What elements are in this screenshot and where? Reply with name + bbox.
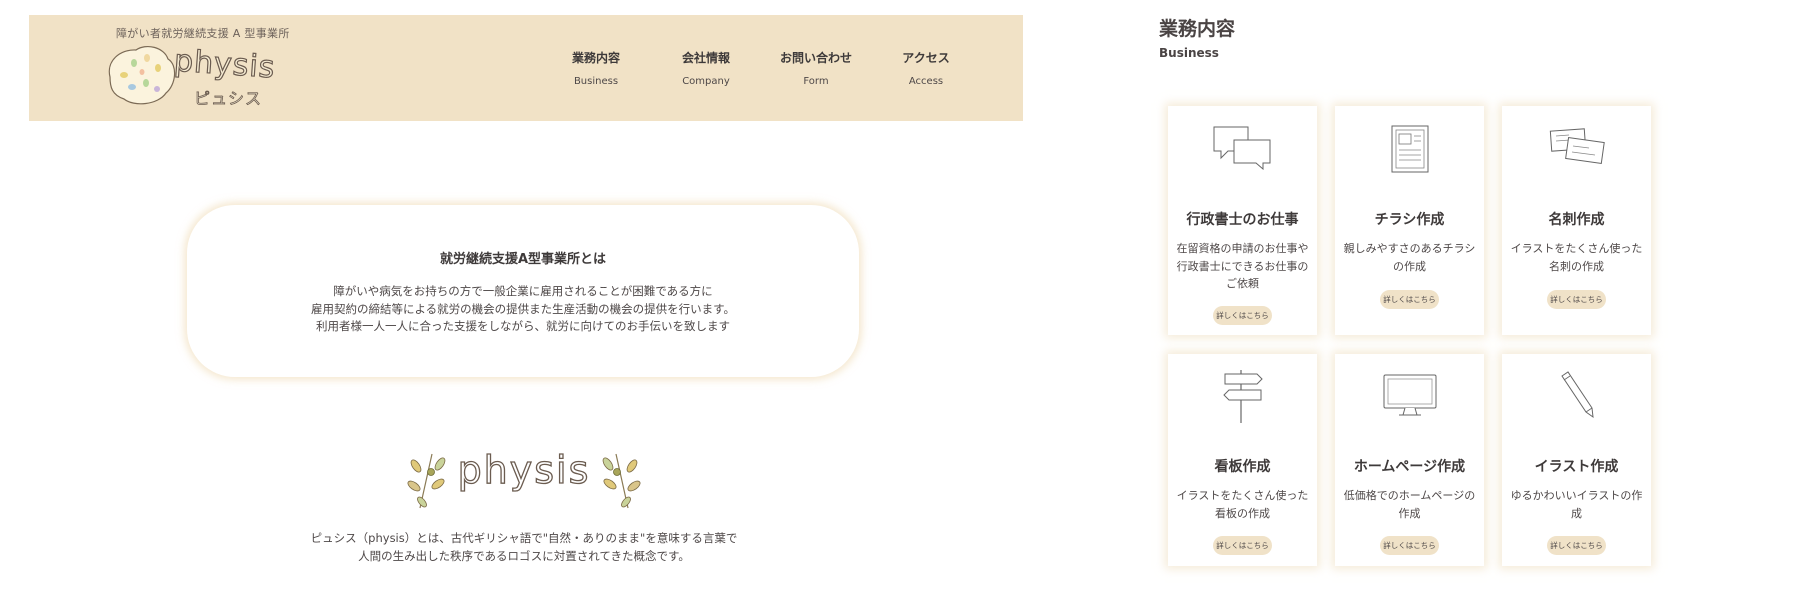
business-card-kanban[interactable]: 看板作成 イラストをたくさん使った 看板の作成 詳しくはこちら bbox=[1168, 354, 1317, 566]
main-nav: 業務内容 Business 会社情報 Company お問い合わせ Form ア… bbox=[541, 49, 981, 87]
nav-sublabel: Company bbox=[682, 76, 730, 87]
card-title: チラシ作成 bbox=[1374, 212, 1445, 228]
physis-line: 人間の生み出した秩序であるロゴスに対置されてきた概念です。 bbox=[358, 548, 690, 563]
nav-sublabel: Business bbox=[573, 76, 619, 87]
physis-description: ピュシス（physis）とは、古代ギリシャ語で"自然・ありのまま"を意味する言葉… bbox=[299, 530, 749, 565]
business-title: 業務内容 bbox=[1159, 18, 1236, 40]
pencil-icon bbox=[1502, 370, 1651, 420]
card-desc-line: 親しみやすさのあるチラシ bbox=[1343, 242, 1476, 255]
card-desc-line: 低価格でのホームページの bbox=[1343, 489, 1476, 502]
nav-item-access[interactable]: アクセス Access bbox=[871, 49, 981, 87]
card-description: ゆるかわいいイラストの作 成 bbox=[1509, 487, 1644, 522]
card-description: 在留資格の申請のお仕事や 行政書士にできるお仕事の ご依頼 bbox=[1175, 240, 1310, 293]
business-subtitle: Business bbox=[1159, 46, 1219, 60]
card-desc-line: イラストをたくさん使った bbox=[1510, 242, 1643, 255]
card-desc-line: 作成 bbox=[1398, 506, 1421, 520]
about-text: 障がいや病気をお持ちの方で一般企業に雇用されることが困難である方に 雇用契約の締… bbox=[187, 283, 859, 336]
business-grid: 行政書士のお仕事 在留資格の申請のお仕事や 行政書士にできるお仕事の ご依頼 詳… bbox=[1168, 106, 1652, 566]
card-desc-line: イラストをたくさん使った bbox=[1176, 489, 1309, 502]
flyer-icon bbox=[1335, 124, 1484, 174]
card-desc-line: 看板の作成 bbox=[1215, 506, 1270, 520]
card-description: 低価格でのホームページの 作成 bbox=[1342, 487, 1477, 522]
card-description: イラストをたくさん使った 名刺の作成 bbox=[1509, 240, 1644, 275]
nav-sublabel: Form bbox=[803, 76, 829, 87]
card-desc-line: 行政書士にできるお仕事の bbox=[1176, 259, 1309, 273]
card-desc-line: ご依頼 bbox=[1226, 277, 1259, 290]
card-description: 親しみやすさのあるチラシ の作成 bbox=[1342, 240, 1477, 275]
nav-item-company[interactable]: 会社情報 Company bbox=[651, 49, 761, 87]
details-button[interactable]: 詳しくはこちら bbox=[1547, 290, 1606, 309]
card-title: 名刺作成 bbox=[1548, 212, 1605, 228]
card-title: 看板作成 bbox=[1214, 459, 1271, 475]
nav-label: お問い合わせ bbox=[779, 51, 852, 65]
card-title: イラスト作成 bbox=[1534, 459, 1619, 475]
about-card: 就労継続支援A型事業所とは 障がいや病気をお持ちの方で一般企業に雇用されることが… bbox=[187, 205, 859, 377]
logo-name: physis bbox=[172, 43, 277, 86]
emblem-text: physis bbox=[457, 447, 591, 492]
site-logo[interactable]: 障がい者就労継続支援 A 型事業所 physis ピュシス bbox=[102, 25, 302, 115]
card-desc-line: ゆるかわいいイラストの作 bbox=[1510, 489, 1643, 502]
signpost-icon bbox=[1168, 368, 1317, 424]
details-button[interactable]: 詳しくはこちら bbox=[1213, 306, 1272, 325]
physis-line: ピュシス（physis）とは、古代ギリシャ語で"自然・ありのまま"を意味する言葉… bbox=[310, 531, 738, 545]
details-button[interactable]: 詳しくはこちら bbox=[1380, 290, 1439, 309]
business-card-gyosei[interactable]: 行政書士のお仕事 在留資格の申請のお仕事や 行政書士にできるお仕事の ご依頼 詳… bbox=[1168, 106, 1317, 335]
speech-bubbles-icon bbox=[1168, 124, 1317, 174]
logo-name-kana: ピュシス bbox=[194, 89, 263, 109]
card-desc-line: 成 bbox=[1571, 506, 1582, 520]
details-button[interactable]: 詳しくはこちら bbox=[1213, 536, 1272, 555]
business-card-icon bbox=[1502, 124, 1651, 174]
card-title: 行政書士のお仕事 bbox=[1186, 212, 1299, 228]
card-title: ホームページ作成 bbox=[1353, 459, 1466, 475]
business-card-flyer[interactable]: チラシ作成 親しみやすさのあるチラシ の作成 詳しくはこちら bbox=[1335, 106, 1484, 335]
nav-item-form[interactable]: お問い合わせ Form bbox=[761, 49, 871, 87]
card-desc-line: 名刺の作成 bbox=[1549, 259, 1604, 273]
business-card-homepage[interactable]: ホームページ作成 低価格でのホームページの 作成 詳しくはこちら bbox=[1335, 354, 1484, 566]
card-desc-line: 在留資格の申請のお仕事や bbox=[1176, 242, 1309, 255]
card-description: イラストをたくさん使った 看板の作成 bbox=[1175, 487, 1310, 522]
nav-item-business[interactable]: 業務内容 Business bbox=[541, 49, 651, 87]
business-card-meishi[interactable]: 名刺作成 イラストをたくさん使った 名刺の作成 詳しくはこちら bbox=[1502, 106, 1651, 335]
about-line: 障がいや病気をお持ちの方で一般企業に雇用されることが困難である方に bbox=[333, 284, 713, 298]
details-button[interactable]: 詳しくはこちら bbox=[1380, 536, 1439, 555]
about-title: 就労継続支援A型事業所とは bbox=[439, 252, 607, 267]
business-card-illust[interactable]: イラスト作成 ゆるかわいいイラストの作 成 詳しくはこちら bbox=[1502, 354, 1651, 566]
nav-sublabel: Access bbox=[908, 76, 944, 87]
details-button[interactable]: 詳しくはこちら bbox=[1547, 536, 1606, 555]
site-header: 障がい者就労継続支援 A 型事業所 physis ピュシス 業務内容 Busin… bbox=[29, 15, 1023, 121]
nav-label: 会社情報 bbox=[681, 51, 730, 65]
card-desc-line: の作成 bbox=[1393, 259, 1426, 273]
about-line: 利用者様一人一人に合った支援をしながら、就労に向けてのお手伝いを致します bbox=[316, 319, 730, 333]
monitor-icon bbox=[1335, 372, 1484, 422]
about-line: 雇用契約の締結等による就労の機会の提供また生産活動の機会の提供を行います。 bbox=[310, 301, 735, 316]
nav-label: アクセス bbox=[902, 51, 950, 65]
nav-label: 業務内容 bbox=[571, 51, 620, 65]
